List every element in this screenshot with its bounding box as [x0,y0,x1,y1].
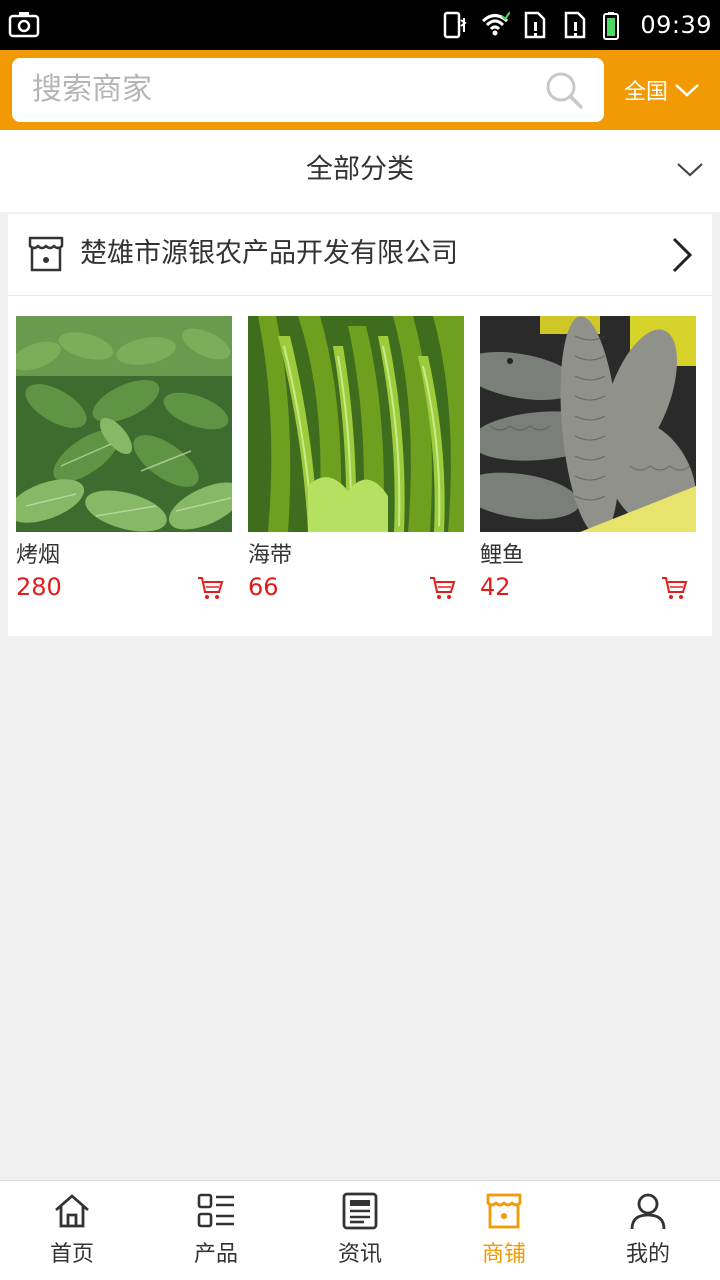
nav-label: 产品 [193,1242,238,1267]
status-bar: 09:39 [0,0,720,50]
category-filter[interactable]: 全部分类 [0,130,720,212]
region-selector[interactable]: 全国 [624,72,700,108]
search-input[interactable]: 搜索商家 [12,58,604,122]
cart-icon[interactable] [428,574,456,602]
product-card[interactable]: 烤烟 280 [16,316,232,602]
bottom-nav: 首页 产品 资讯 商铺 我的 [0,1180,720,1280]
search-header: 搜索商家 全国 [0,50,720,130]
clock: 09:39 [640,11,712,39]
cart-icon[interactable] [196,574,224,602]
user-icon [630,1193,666,1230]
product-name: 鲤鱼 [480,543,525,568]
nav-label: 首页 [49,1242,94,1267]
search-icon[interactable] [544,70,584,110]
screenshot-icon [8,12,40,38]
chevron-down-icon[interactable] [676,160,704,178]
cart-icon[interactable] [660,574,688,602]
product-card[interactable]: 鲤鱼 42 [480,316,696,602]
product-image[interactable] [248,316,464,532]
nav-item-products[interactable]: 产品 [144,1181,288,1280]
wifi-icon [482,11,511,36]
store-icon [28,236,64,272]
product-image[interactable] [480,316,696,532]
nav-label: 我的 [625,1242,670,1267]
store-icon [486,1193,522,1229]
store-header[interactable]: 楚雄市源银农产品开发有限公司 [8,214,712,296]
region-label: 全国 [624,80,669,105]
nav-item-profile[interactable]: 我的 [576,1181,720,1280]
vibrate-icon [444,11,467,39]
category-label: 全部分类 [306,154,414,185]
product-card[interactable]: 海带 66 [248,316,464,602]
nav-label: 资讯 [337,1242,382,1267]
grid-list-icon [197,1193,234,1228]
chevron-right-icon[interactable] [670,236,694,274]
sim1-alert-icon [525,11,546,39]
nav-item-home[interactable]: 首页 [0,1181,144,1280]
home-icon [55,1194,89,1228]
nav-item-stores[interactable]: 商铺 [432,1181,576,1280]
battery-icon [603,12,620,40]
nav-label: 商铺 [481,1242,526,1267]
search-placeholder: 搜索商家 [32,72,152,107]
product-name: 烤烟 [16,543,61,568]
chevron-down-icon [675,84,699,97]
product-name: 海带 [248,543,293,568]
sim2-alert-icon [565,11,586,39]
news-icon [342,1192,378,1230]
store-name: 楚雄市源银农产品开发有限公司 [80,238,458,269]
store-card: 楚雄市源银农产品开发有限公司 烤烟 280 海带 66 鲤鱼 42 [8,214,712,636]
nav-item-news[interactable]: 资讯 [288,1181,432,1280]
product-image[interactable] [16,316,232,532]
